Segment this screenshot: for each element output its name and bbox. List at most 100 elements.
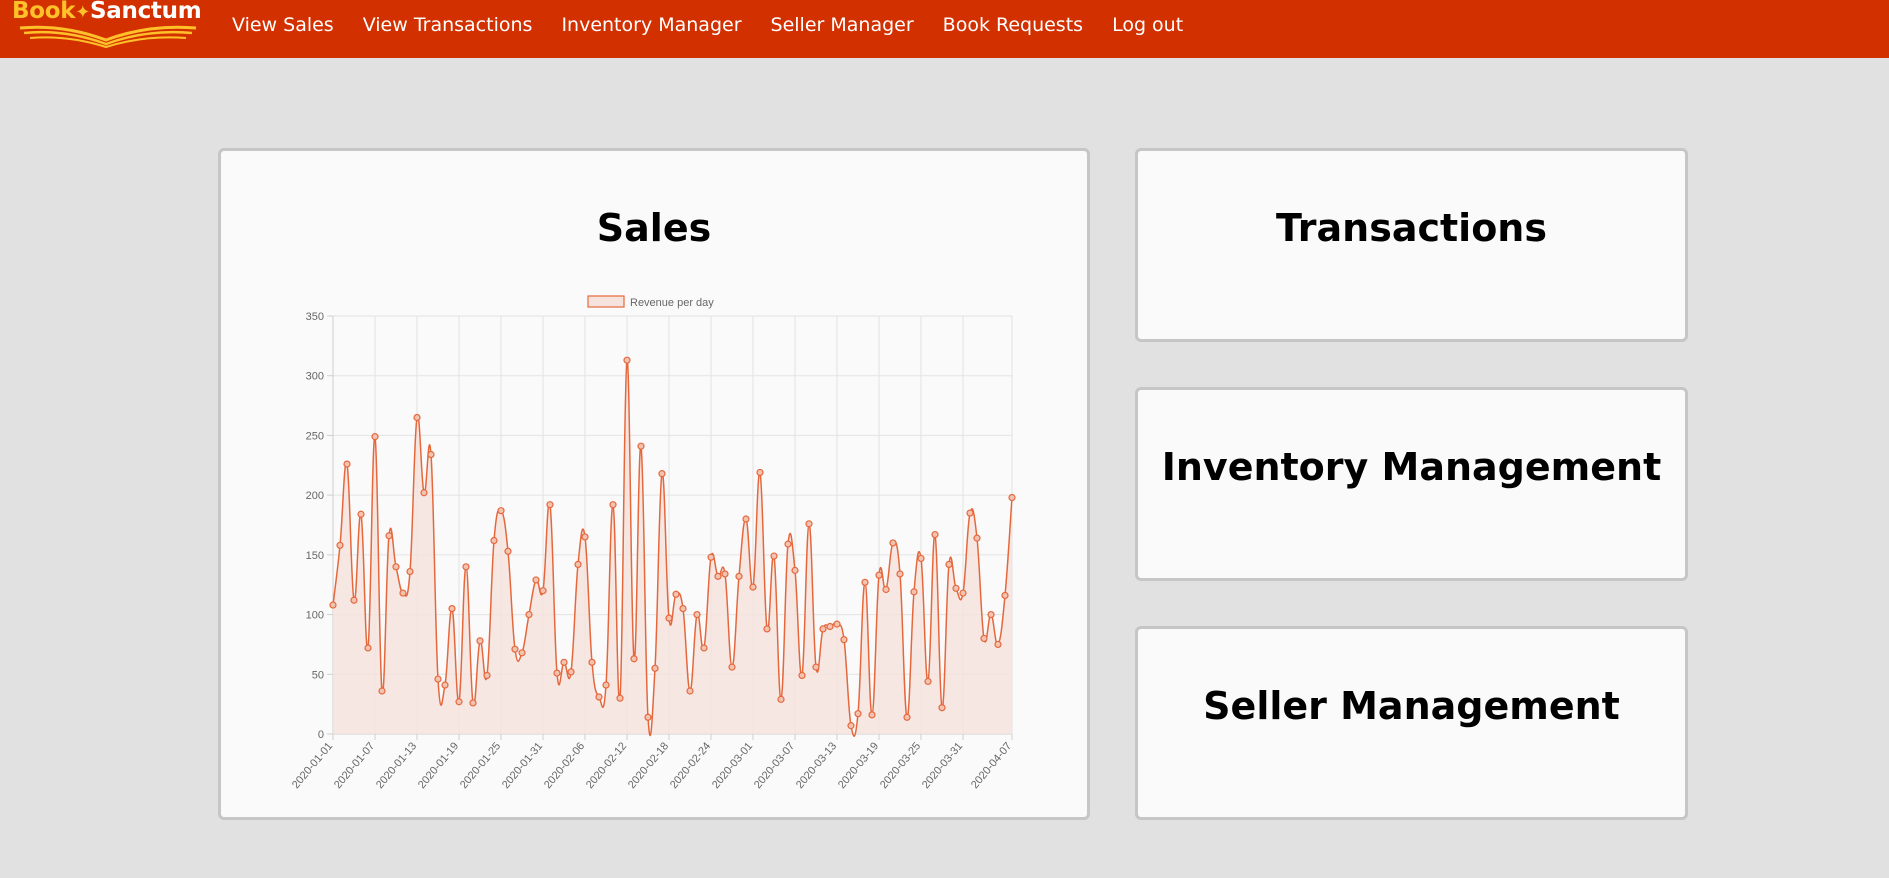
navbar: Book✦Sanctum View Sales View Transaction… xyxy=(0,0,1889,58)
data-point xyxy=(595,693,603,701)
data-point xyxy=(896,570,904,578)
data-point xyxy=(735,572,743,580)
data-point xyxy=(350,596,358,604)
data-point xyxy=(490,536,498,545)
nav-inventory-manager[interactable]: Inventory Manager xyxy=(561,14,741,36)
data-point xyxy=(357,510,365,518)
data-point xyxy=(826,622,834,631)
y-tick-label: 200 xyxy=(306,490,324,502)
data-point xyxy=(840,636,848,644)
data-point xyxy=(623,356,631,364)
data-point xyxy=(413,413,421,422)
data-point xyxy=(952,584,960,592)
data-point xyxy=(945,560,953,569)
data-point xyxy=(434,675,442,683)
y-tick-label: 350 xyxy=(306,311,324,323)
data-point xyxy=(343,460,351,468)
data-point xyxy=(798,671,806,680)
data-point xyxy=(847,722,855,730)
nav-view-transactions[interactable]: View Transactions xyxy=(363,14,533,36)
nav-view-sales[interactable]: View Sales xyxy=(232,14,334,36)
y-tick-label: 300 xyxy=(306,371,324,383)
data-point xyxy=(728,663,736,671)
data-point xyxy=(469,699,477,707)
x-tick-label: 2020-01-01 xyxy=(290,740,335,791)
x-tick-label: 2020-02-24 xyxy=(668,740,713,791)
seller-management-card[interactable]: Seller Management xyxy=(1135,626,1688,820)
data-point xyxy=(707,553,715,561)
data-point xyxy=(791,566,799,574)
data-point xyxy=(518,649,526,657)
booksanctum-logo[interactable]: Book✦Sanctum xyxy=(12,0,202,50)
data-point xyxy=(763,625,771,633)
x-tick-label: 2020-01-13 xyxy=(374,740,419,791)
data-point xyxy=(665,614,673,622)
data-point xyxy=(371,433,379,441)
data-point xyxy=(616,694,624,702)
logo-text-part2: Sanctum xyxy=(90,0,202,24)
data-point xyxy=(770,552,778,560)
inventory-management-card[interactable]: Inventory Management xyxy=(1135,387,1688,581)
data-point xyxy=(581,533,589,541)
data-point xyxy=(504,547,512,555)
data-point xyxy=(987,610,995,619)
data-point xyxy=(546,501,554,509)
data-point xyxy=(819,625,827,633)
data-point xyxy=(882,585,890,594)
data-point xyxy=(812,663,820,671)
data-point xyxy=(980,634,988,643)
data-point xyxy=(406,567,414,576)
data-point xyxy=(602,681,610,689)
open-book-icon xyxy=(19,25,197,48)
data-point xyxy=(644,713,652,721)
data-point xyxy=(483,671,491,680)
data-point xyxy=(903,713,911,721)
data-point xyxy=(784,540,792,548)
sales-chart: 0 50 100 150 200 250 300 350 2020-01-012020-01-0… xyxy=(290,295,1016,791)
data-point xyxy=(861,578,869,586)
x-tick-label: 2020-02-06 xyxy=(542,740,587,791)
y-tick-label: 0 xyxy=(318,729,324,741)
nav-log-out[interactable]: Log out xyxy=(1112,14,1183,36)
data-point xyxy=(553,669,561,677)
data-point xyxy=(588,658,596,666)
data-point xyxy=(637,442,645,450)
sales-card[interactable]: Sales 0 50 100 150 200 250 300 350 2020-01-01 202… xyxy=(218,148,1090,820)
data-point xyxy=(525,610,533,619)
data-point xyxy=(959,589,967,597)
nav-seller-manager[interactable]: Seller Manager xyxy=(771,14,914,36)
data-point xyxy=(560,658,568,666)
data-point xyxy=(749,583,757,591)
logo-text: Book✦Sanctum xyxy=(12,0,202,24)
data-point xyxy=(385,532,393,540)
data-point xyxy=(539,587,547,595)
data-point xyxy=(854,710,862,718)
nav-links: View Sales View Transactions Inventory M… xyxy=(232,0,1212,50)
data-point xyxy=(714,572,722,580)
data-point xyxy=(966,509,974,517)
data-point xyxy=(1008,493,1016,502)
data-point xyxy=(672,590,680,598)
nav-book-requests[interactable]: Book Requests xyxy=(943,14,1083,36)
data-point xyxy=(420,489,428,497)
x-tick-label: 2020-03-19 xyxy=(836,740,881,791)
data-point xyxy=(917,554,925,563)
data-point xyxy=(1001,591,1009,600)
data-point xyxy=(658,470,666,478)
y-tick-label: 250 xyxy=(306,430,324,442)
transactions-card-title: Transactions xyxy=(1276,206,1547,250)
x-tick-label: 2020-01-31 xyxy=(500,740,545,791)
logo-text-part1: Book xyxy=(12,0,76,24)
data-point xyxy=(567,668,575,676)
data-point xyxy=(756,468,764,477)
data-point xyxy=(742,515,750,523)
data-point xyxy=(875,571,883,579)
data-point xyxy=(721,570,729,578)
transactions-card[interactable]: Transactions xyxy=(1135,148,1688,342)
y-tick-label: 50 xyxy=(312,669,324,681)
x-tick-label: 2020-03-13 xyxy=(794,740,839,791)
data-point xyxy=(924,677,932,686)
data-point xyxy=(511,645,519,653)
data-point xyxy=(910,588,918,596)
x-tick-label: 2020-02-12 xyxy=(584,740,629,791)
